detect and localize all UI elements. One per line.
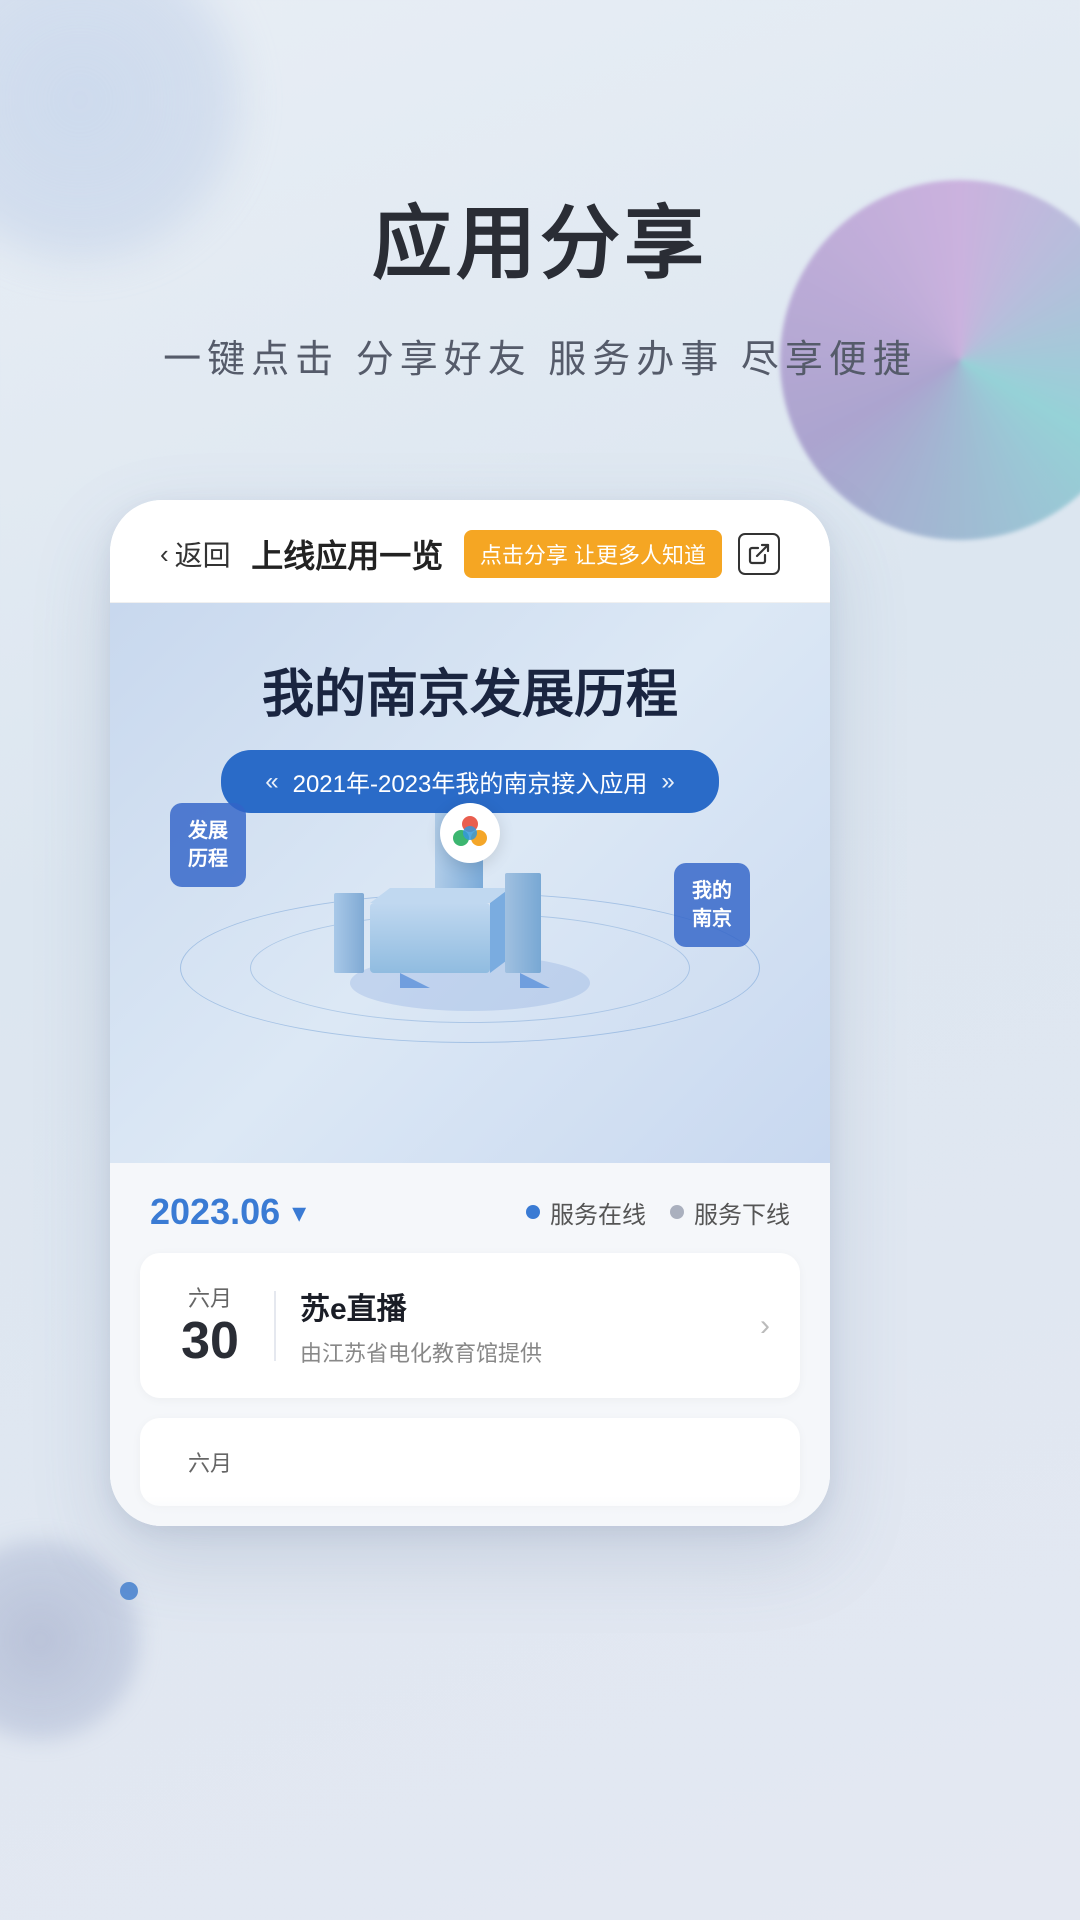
- bottom-fade: [140, 1496, 800, 1526]
- date-block-partial: 六月: [170, 1446, 250, 1478]
- item-title: 苏e直播: [300, 1284, 736, 1328]
- online-dot-icon: [526, 1205, 540, 1219]
- day-number: 30: [170, 1313, 250, 1370]
- pill-right-arrows: »: [661, 768, 674, 796]
- floating-label-fazhan: 发展历程: [170, 803, 246, 887]
- month-label: 六月: [170, 1281, 250, 1313]
- label-fazhan-text: 发展历程: [188, 820, 228, 870]
- date-block: 六月 30: [170, 1281, 250, 1370]
- date-filter-row: 2023.06 ▾ 服务在线 服务下线: [140, 1163, 800, 1253]
- decorative-timeline-dot: [120, 1582, 138, 1600]
- logo-icon: [440, 803, 500, 863]
- topbar-title: 上线应用一览: [231, 531, 464, 577]
- list-item-partial[interactable]: 六月: [140, 1418, 800, 1506]
- date-selector[interactable]: 2023.06 ▾: [150, 1191, 306, 1233]
- topbar-right: 点击分享 让更多人知道: [464, 530, 780, 578]
- back-label: 返回: [175, 534, 231, 574]
- export-icon: [747, 542, 771, 566]
- banner-title: 我的南京发展历程: [150, 663, 790, 728]
- legend-online: 服务在线: [526, 1195, 646, 1230]
- divider: [274, 1291, 276, 1361]
- pill-left-arrows: «: [265, 768, 278, 796]
- header-section: 应用分享 一键点击 分享好友 服务办事 尽享便捷: [0, 0, 1080, 383]
- pill-text: 2021年-2023年我的南京接入应用: [293, 764, 648, 799]
- legend-offline: 服务下线: [670, 1195, 790, 1230]
- floating-label-nanjing: 我的南京: [674, 863, 750, 947]
- list-item[interactable]: 六月 30 苏e直播 由江苏省电化教育馆提供 ›: [140, 1253, 800, 1398]
- back-chevron-icon: ‹: [160, 539, 169, 570]
- legend-row: 服务在线 服务下线: [526, 1195, 790, 1230]
- label-nanjing-text: 我的南京: [692, 880, 732, 930]
- phone-banner: 我的南京发展历程 « 2021年-2023年我的南京接入应用 » 发展历程 我的…: [110, 603, 830, 1163]
- export-button[interactable]: [738, 533, 780, 575]
- chevron-right-icon: ›: [760, 1309, 770, 1343]
- decorative-blob-bottom-left: [0, 1540, 140, 1740]
- phone-mockup: ‹ 返回 上线应用一览 点击分享 让更多人知道: [110, 500, 830, 1526]
- offline-dot-icon: [670, 1205, 684, 1219]
- legend-online-label: 服务在线: [550, 1195, 646, 1230]
- legend-offline-label: 服务下线: [694, 1195, 790, 1230]
- subtitle: 一键点击 分享好友 服务办事 尽享便捷: [0, 328, 1080, 383]
- item-subtitle: 由江苏省电化教育馆提供: [300, 1336, 736, 1368]
- phone-topbar: ‹ 返回 上线应用一览 点击分享 让更多人知道: [110, 500, 830, 603]
- main-title: 应用分享: [0, 200, 1080, 288]
- date-dropdown-icon: ▾: [292, 1196, 306, 1229]
- date-text: 2023.06: [150, 1191, 280, 1233]
- share-badge[interactable]: 点击分享 让更多人知道: [464, 530, 722, 578]
- back-button[interactable]: ‹ 返回: [160, 534, 231, 574]
- item-info: 苏e直播 由江苏省电化教育馆提供: [300, 1284, 736, 1368]
- logo-petals-icon: [448, 811, 492, 855]
- month-label-partial: 六月: [170, 1446, 250, 1478]
- phone-content: 2023.06 ▾ 服务在线 服务下线 六月 30: [110, 1163, 830, 1526]
